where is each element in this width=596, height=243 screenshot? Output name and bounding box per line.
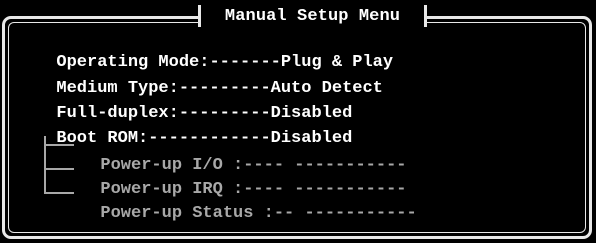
menu-title: Manual Setup Menu xyxy=(198,5,427,27)
powerup-row-io: Power-up I/O :---- ----------- xyxy=(80,133,406,175)
setting-row-medium-type[interactable]: Medium Type:---------Auto Detect xyxy=(36,56,382,98)
tree-connector-branch xyxy=(44,192,74,194)
powerup-row-irq: Power-up IRQ :---- ----------- xyxy=(80,157,406,199)
setting-row-operating-mode[interactable]: Operating Mode:-------Plug & Play xyxy=(36,30,393,72)
setting-row-full-duplex[interactable]: Full-duplex:---------Disabled xyxy=(36,81,352,123)
setting-row-boot-rom[interactable]: Boot ROM:------------Disabled xyxy=(36,106,352,148)
tree-connector-branch xyxy=(44,144,74,146)
powerup-value xyxy=(294,204,304,223)
powerup-label: Power-up Status : xyxy=(100,204,274,223)
powerup-value: ----------- xyxy=(304,204,417,223)
powerup-leader: -- xyxy=(273,204,295,223)
powerup-row-status: Power-up Status :-- ----------- xyxy=(80,181,416,223)
tree-connector-branch xyxy=(44,168,74,170)
